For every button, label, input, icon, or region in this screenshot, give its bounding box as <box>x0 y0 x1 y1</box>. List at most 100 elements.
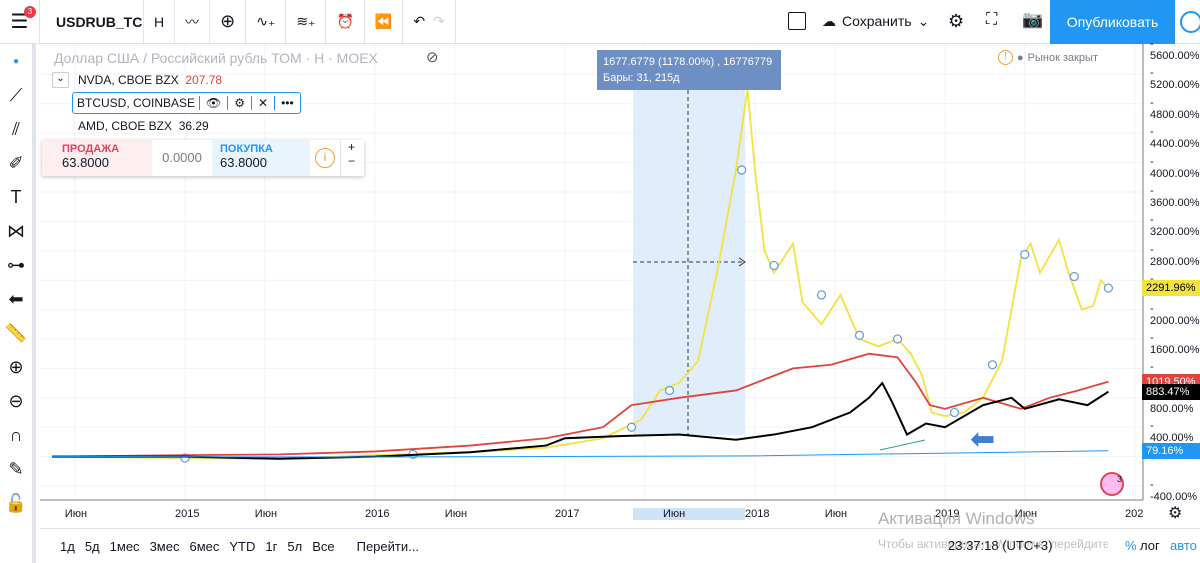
notification-badge: 3 <box>24 5 36 18</box>
symbol-search[interactable]: USDRUB_TC <box>40 0 144 44</box>
qty-minus-button[interactable]: − <box>341 154 362 168</box>
y-tick-label: - 3200.00% <box>1150 214 1200 239</box>
x-tick-label: Июн <box>254 508 278 520</box>
fib-icon[interactable]: ⫽ <box>0 112 32 146</box>
alert-icon[interactable]: ⏰ <box>326 0 365 44</box>
range-button[interactable]: 1д <box>60 539 75 554</box>
interval-button[interactable]: H <box>144 0 176 44</box>
series-marker <box>1069 271 1079 282</box>
eye-icon[interactable]: 👁 <box>200 96 229 110</box>
clock[interactable]: 23:37:18 (UTC+3) <box>948 538 1052 553</box>
chart-area[interactable]: Доллар США / Российский рубль ТОМ · H · … <box>40 44 1200 501</box>
log-toggle[interactable]: лог <box>1140 538 1160 553</box>
chart-style-icon[interactable]: 〰 <box>175 0 211 44</box>
range-button[interactable]: YTD <box>229 539 255 554</box>
series-marker <box>626 422 637 432</box>
zoom-out-icon[interactable]: ⊖ <box>0 384 32 418</box>
pattern-icon[interactable]: ⋈ <box>0 214 32 248</box>
series-marker <box>1020 249 1030 260</box>
collapse-legend-button[interactable]: ⌄ <box>52 72 69 88</box>
layout-checkbox-icon[interactable] <box>788 12 806 30</box>
y-tick-label: - 5200.00% <box>1150 67 1200 92</box>
magnet-icon[interactable]: ∩ <box>0 418 32 452</box>
back-arrow-icon[interactable]: ⬅ <box>0 282 32 316</box>
undo-icon[interactable]: ↶ <box>413 13 425 30</box>
sell-price: 63.8000 <box>62 155 109 170</box>
zoom-in-icon[interactable]: ⊕ <box>0 350 32 384</box>
y-tick-label: - 2000.00% <box>1150 302 1200 327</box>
sell-label: ПРОДАЖА <box>62 143 120 155</box>
range-button[interactable]: 1г <box>265 539 277 554</box>
range-buttons: 1д 5д 1мес 3мес 6мес YTD 1г 5л Все <box>40 539 345 554</box>
y-tick-label: - 2800.00% <box>1150 243 1200 268</box>
market-status-label: Рынок закрыт <box>1027 51 1098 64</box>
crosshair-dot-icon[interactable]: ● <box>0 44 32 78</box>
top-toolbar: ☰ 3 USDRUB_TC H 〰 ⊕ ∿₊ ≋₊ ⏰ ⏪ ↶ ↷ ☁ Сохран… <box>0 0 1200 44</box>
trend-line-icon[interactable]: ⟋ <box>0 78 32 112</box>
camera-icon[interactable]: 📷 <box>1022 10 1043 30</box>
brush-icon[interactable]: ✐ <box>0 146 32 180</box>
x-tick-label: Июн <box>64 508 88 520</box>
more-icon[interactable]: ••• <box>275 96 300 110</box>
nvda-label: NVDA, CBOE BZX <box>78 73 179 87</box>
arrow-left-drawing[interactable]: ⬅ <box>970 422 995 457</box>
percent-toggle[interactable]: % <box>1125 538 1137 553</box>
x-tick-label: 2016 <box>365 508 390 520</box>
indicators-icon[interactable]: ∿₊ <box>246 0 287 44</box>
undo-redo[interactable]: ↶ ↷ <box>403 0 456 44</box>
save-button[interactable]: ☁ Сохранить ⌄ <box>822 13 929 30</box>
series-marker <box>816 290 827 300</box>
range-button[interactable]: 6мес <box>189 539 219 554</box>
events-flag-icon[interactable]: 3 <box>1100 472 1124 496</box>
prediction-icon[interactable]: ⊶ <box>0 248 32 282</box>
chart-svg[interactable] <box>40 44 1200 528</box>
legend-nvda[interactable]: NVDA, CBOE BZX 207.78 <box>78 73 222 87</box>
chevron-down-icon: ⌄ <box>917 13 930 29</box>
save-label: Сохранить <box>842 13 912 29</box>
info-icon[interactable]: i <box>315 148 335 168</box>
range-button[interactable]: Все <box>312 539 334 554</box>
hide-eye-icon[interactable]: ⊘ <box>426 48 439 66</box>
sell-button[interactable]: ПРОДАЖА 63.8000 <box>42 140 152 176</box>
amd-label: AMD, CBOE BZX <box>78 119 173 133</box>
last-value-btcusd: 2291.96% <box>1142 280 1200 297</box>
spread: 0.0000 <box>162 150 202 165</box>
range-button[interactable]: 1мес <box>110 539 140 554</box>
menu-button[interactable]: ☰ 3 <box>0 0 40 44</box>
ideas-icon[interactable] <box>1180 11 1200 33</box>
buy-button[interactable]: ПОКУПКА 63.8000 <box>212 140 310 176</box>
trade-panel: ПРОДАЖА 63.8000 0.0000 ПОКУПКА 63.8000 i +… <box>42 140 364 176</box>
redo-icon[interactable]: ↷ <box>433 13 445 30</box>
legend-btc[interactable]: BTCUSD, COINBASE 👁 ⚙ ✕ ••• <box>72 92 301 114</box>
series-marker <box>987 360 998 370</box>
financials-icon[interactable]: ≋₊ <box>286 0 327 44</box>
gear-icon[interactable]: ⚙ <box>948 11 964 32</box>
series-marker <box>949 407 960 418</box>
amd-value: 36.29 <box>178 119 209 133</box>
range-button[interactable]: 5л <box>287 539 302 554</box>
legend-amd[interactable]: AMD, CBOE BZX 36.29 <box>78 119 209 133</box>
replay-icon[interactable]: ⏪ <box>365 0 404 44</box>
text-icon[interactable]: T <box>0 180 32 214</box>
btc-label: BTCUSD, COINBASE <box>73 96 201 110</box>
settings-icon[interactable]: ⚙ <box>228 96 253 110</box>
fullscreen-icon[interactable]: ⛶ <box>986 11 997 29</box>
axis-settings-icon[interactable]: ⚙ <box>1168 503 1182 523</box>
series-line-usdrub <box>51 450 1109 458</box>
unlock-icon[interactable]: 🔓 <box>0 486 32 520</box>
dot-icon: ● <box>1017 51 1024 64</box>
x-tick-label: Июн <box>824 508 848 520</box>
compare-add-icon[interactable]: ⊕ <box>210 0 247 44</box>
close-icon[interactable]: ✕ <box>252 96 276 110</box>
y-tick-label: - 5600.00% <box>1150 38 1200 62</box>
auto-toggle[interactable]: авто <box>1170 538 1197 553</box>
range-button[interactable]: 5д <box>85 539 100 554</box>
ruler-icon[interactable]: 📏 <box>0 316 32 350</box>
qty-plus-button[interactable]: + <box>341 140 362 154</box>
measure-range <box>633 50 745 435</box>
range-button[interactable]: 3мес <box>150 539 180 554</box>
goto-button[interactable]: Перейти... <box>357 539 419 554</box>
lock-drawing-icon[interactable]: ✎ <box>0 452 32 486</box>
series-marker <box>854 330 865 340</box>
x-tick-label: 2017 <box>555 508 580 520</box>
